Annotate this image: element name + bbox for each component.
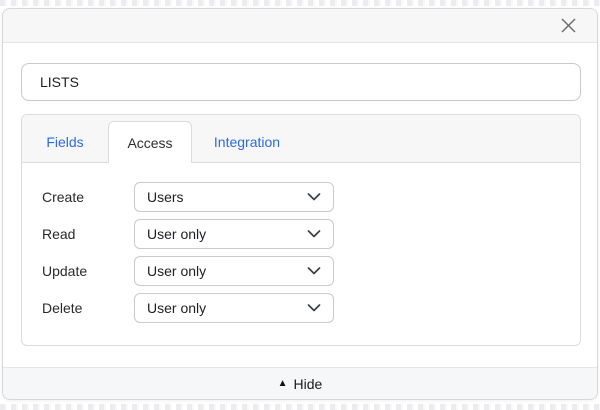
chevron-down-icon <box>307 230 321 238</box>
select-value: Users <box>147 189 184 205</box>
permission-row-create: Create Users <box>42 182 580 212</box>
read-permission-select[interactable]: User only <box>134 219 334 249</box>
tab-access[interactable]: Access <box>108 121 192 163</box>
permission-row-delete: Delete User only <box>42 293 580 323</box>
tab-access-label: Access <box>127 134 173 151</box>
update-permission-select[interactable]: User only <box>134 256 334 286</box>
tab-strip: Fields Access Integration <box>22 115 580 163</box>
permission-row-read: Read User only <box>42 219 580 249</box>
background-grid-bottom <box>0 404 600 410</box>
close-button[interactable] <box>557 15 579 37</box>
permission-label: Read <box>42 226 76 242</box>
edit-table-dialog: Fields Access Integration Create Users <box>2 8 598 400</box>
access-tab-panel: Create Users Read User only Update User … <box>22 163 580 323</box>
tab-integration-label: Integration <box>213 133 281 150</box>
select-value: User only <box>147 300 207 316</box>
permission-label: Create <box>42 189 85 205</box>
delete-permission-select[interactable]: User only <box>134 293 334 323</box>
background-grid-top <box>0 0 600 6</box>
hide-button-label: Hide <box>293 375 323 392</box>
select-value: User only <box>147 263 207 279</box>
chevron-down-icon <box>307 304 321 312</box>
select-value: User only <box>147 226 207 242</box>
chevron-down-icon <box>307 193 321 201</box>
dialog-header <box>3 9 597 43</box>
permission-label: Delete <box>42 300 83 316</box>
hide-button[interactable]: ▲ Hide <box>3 367 597 399</box>
permission-row-update: Update User only <box>42 256 580 286</box>
close-icon <box>560 18 576 33</box>
dialog-body: Fields Access Integration Create Users <box>3 43 597 367</box>
tab-fields[interactable]: Fields <box>22 121 108 162</box>
triangle-up-icon: ▲ <box>277 377 288 389</box>
tab-integration[interactable]: Integration <box>192 121 302 162</box>
table-name-input[interactable] <box>21 63 581 101</box>
permission-label: Update <box>42 263 88 279</box>
create-permission-select[interactable]: Users <box>134 182 334 212</box>
tab-fields-label: Fields <box>46 133 84 150</box>
chevron-down-icon <box>307 267 321 275</box>
settings-card: Fields Access Integration Create Users R… <box>21 114 581 346</box>
